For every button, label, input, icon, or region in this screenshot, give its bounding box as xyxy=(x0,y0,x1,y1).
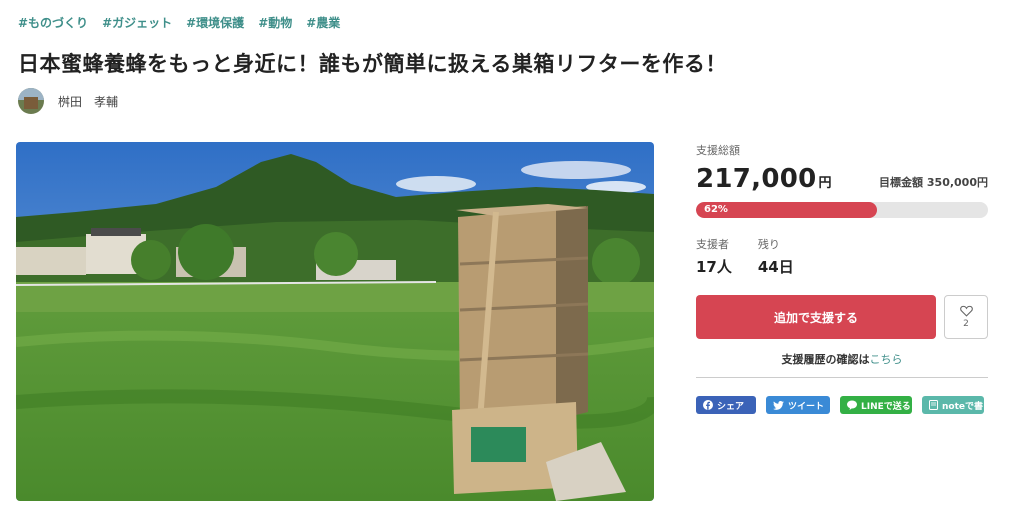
twitter-share-button[interactable]: ツイート xyxy=(766,396,830,414)
heart-icon xyxy=(959,305,973,317)
goal-amount: 目標金額 350,000円 xyxy=(879,174,988,190)
project-hero-image xyxy=(16,142,654,501)
author-info[interactable]: 桝田 孝輔 xyxy=(18,88,118,114)
facebook-share-button[interactable]: シェア xyxy=(696,396,756,414)
share-buttons: シェア ツイート LINEで送る noteで書く xyxy=(696,396,992,414)
favorite-button[interactable]: 2 xyxy=(944,295,988,339)
twitter-share-label: ツイート xyxy=(788,401,825,412)
project-title: 日本蜜蜂養蜂をもっと身近に！誰もが簡単に扱える巣箱リフターを作る！ xyxy=(18,52,727,76)
support-history: 支援履歴の確認はこちら xyxy=(696,351,988,378)
note-icon xyxy=(929,400,938,410)
goal-value: 350,000円 xyxy=(926,176,988,189)
tag-list: #ものづくり #ガジェット #環境保護 #動物 #農業 xyxy=(18,14,340,31)
history-link[interactable]: こちら xyxy=(870,353,903,366)
remaining-stat: 残り 44日 xyxy=(758,236,794,277)
support-button[interactable]: 追加で支援する xyxy=(696,295,936,339)
line-share-label: LINEで送る xyxy=(861,401,911,412)
history-text: 支援履歴の確認は xyxy=(781,353,870,366)
tag-monozukuri[interactable]: #ものづくり xyxy=(18,14,88,31)
twitter-bird-icon xyxy=(773,400,784,410)
line-icon xyxy=(847,400,857,410)
funding-panel: 支援総額 217,000 円 目標金額 350,000円 62% 支援者 17人… xyxy=(696,142,992,414)
author-name[interactable]: 桝田 孝輔 xyxy=(58,93,118,110)
total-amount: 217,000 xyxy=(696,164,817,194)
favorite-count: 2 xyxy=(963,319,969,329)
progress-bar: 62% xyxy=(696,202,988,218)
remaining-days: 44日 xyxy=(757,258,794,276)
tag-agriculture[interactable]: #農業 xyxy=(306,14,340,31)
remaining-label: 残り xyxy=(757,238,780,251)
tag-environment[interactable]: #環境保護 xyxy=(186,14,244,31)
beehive-landscape-image xyxy=(16,142,654,501)
note-share-button[interactable]: noteで書く xyxy=(922,396,992,414)
tag-gadget[interactable]: #ガジェット xyxy=(102,14,172,31)
goal-label: 目標金額 xyxy=(879,176,924,189)
facebook-icon xyxy=(703,400,713,410)
currency-unit: 円 xyxy=(818,176,832,191)
supporters-label: 支援者 xyxy=(696,238,729,251)
facebook-share-label: シェア xyxy=(717,401,745,412)
tag-animals[interactable]: #動物 xyxy=(258,14,292,31)
total-label: 支援総額 xyxy=(696,144,740,157)
progress-percent: 62% xyxy=(704,204,728,215)
supporters-stat: 支援者 17人 xyxy=(696,236,732,277)
note-share-label: noteで書く xyxy=(942,401,992,412)
line-share-button[interactable]: LINEで送る xyxy=(840,396,912,414)
supporters-count: 17人 xyxy=(696,258,732,276)
avatar[interactable] xyxy=(18,88,44,114)
